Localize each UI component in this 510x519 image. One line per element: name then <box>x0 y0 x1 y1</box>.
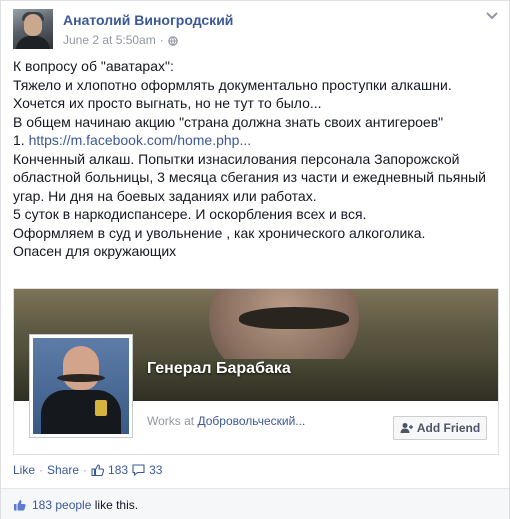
share-link[interactable]: Share <box>47 463 79 477</box>
list-number: 1. <box>13 132 29 148</box>
post-actions: Like · Share · 183 33 <box>13 463 162 477</box>
comments-count[interactable]: 33 <box>149 463 162 477</box>
post-timestamp[interactable]: June 2 at 5:50am <box>63 33 156 47</box>
thumbs-up-icon <box>91 464 105 476</box>
post-link[interactable]: https://m.facebook.com/home.php... <box>29 132 252 148</box>
works-prefix: Works at <box>147 414 198 428</box>
post-card: Анатолий Виногродский June 2 at 5:50am · … <box>0 0 510 519</box>
likes-people-link[interactable]: 183 people <box>32 498 91 512</box>
post-line: Опасен для окружающих <box>13 243 177 259</box>
globe-icon <box>167 36 178 46</box>
likes-text: 183 people like this. <box>32 498 138 512</box>
shared-profile-card[interactable]: Генерал Барабака Works at Добровольчески… <box>13 288 499 455</box>
post-header: Анатолий Виногродский June 2 at 5:50am · <box>13 9 499 51</box>
thumbs-up-icon <box>14 500 26 511</box>
post-line: Тяжело и хлопотно оформлять документальн… <box>13 76 452 93</box>
post-line: К вопросу об "аватарах": <box>13 58 174 74</box>
chevron-down-icon[interactable] <box>485 11 499 21</box>
like-link[interactable]: Like <box>13 463 35 477</box>
add-friend-button[interactable]: Add Friend <box>393 416 487 440</box>
likes-suffix: like this. <box>94 498 139 512</box>
works-at: Works at Добровольческий... <box>147 414 305 428</box>
post-line: 5 суток в наркодиспансере. И оскорбления… <box>13 206 367 222</box>
add-friend-icon <box>400 423 413 433</box>
post-line: угар. Ни дня на боевых заданиях или рабо… <box>13 187 317 204</box>
add-friend-label: Add Friend <box>416 421 481 435</box>
post-line: Конченный алкаш. Попытки изнасилования п… <box>13 150 460 167</box>
author-avatar[interactable] <box>13 9 53 49</box>
comment-icon <box>132 464 145 476</box>
post-meta: June 2 at 5:50am · <box>63 33 178 47</box>
post-line: В общем начинаю акцию "страна должна зна… <box>13 113 444 130</box>
separator: · <box>83 463 88 477</box>
post-body: К вопросу об "аватарах": Тяжело и хлопот… <box>13 57 499 261</box>
shared-profile-name[interactable]: Генерал Барабака <box>147 360 291 378</box>
post-line: Хочется их просто выгнать, но не тут то … <box>13 95 322 111</box>
post-line: Оформляем в суд и увольнение , как хрони… <box>13 224 426 241</box>
separator: · <box>39 463 44 477</box>
author-name[interactable]: Анатолий Виногродский <box>63 12 233 28</box>
likes-summary: 183 people like this. <box>1 488 509 519</box>
shared-profile-picture[interactable] <box>29 334 133 438</box>
works-place-link[interactable]: Добровольческий... <box>197 414 305 428</box>
likes-count[interactable]: 183 <box>108 463 128 477</box>
post-line: областной больницы, 3 месяца сбегания из… <box>13 169 486 185</box>
post-line: 1. https://m.facebook.com/home.php... <box>13 131 499 150</box>
